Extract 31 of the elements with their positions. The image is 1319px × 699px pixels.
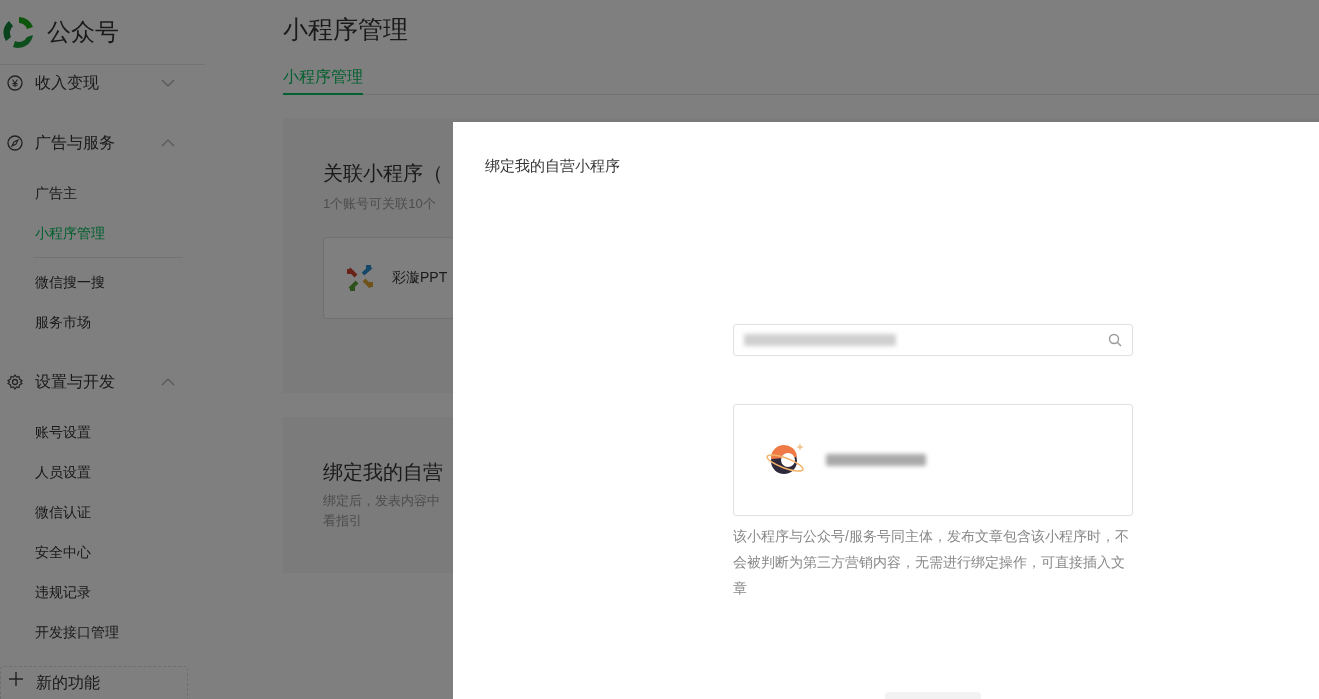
modal-note: 该小程序与公众号/服务号同主体，发布文章包含该小程序时，不会被判断为第三方营销内容，无需进行绑定操作，可直接插入文章 xyxy=(733,527,1130,598)
chevron-down-icon[interactable] xyxy=(161,79,175,87)
brand-name: 公众号 xyxy=(47,17,119,47)
menu-item[interactable]: 服务市场 xyxy=(35,311,91,333)
yen-icon xyxy=(7,75,23,91)
menu-item[interactable]: 安全中心 xyxy=(35,541,91,563)
menu-item[interactable]: 违规记录 xyxy=(35,581,91,603)
app-name: 彩漩PPT xyxy=(392,268,448,287)
menu-group[interactable]: 广告与服务 xyxy=(35,131,115,155)
page-title: 小程序管理 xyxy=(283,14,409,46)
menu-group[interactable]: 设置与开发 xyxy=(35,370,115,394)
app-card[interactable] xyxy=(733,404,1133,516)
search-icon xyxy=(1108,333,1122,347)
menu-item[interactable]: 广告主 xyxy=(35,182,77,204)
menu-item[interactable]: 开发接口管理 xyxy=(35,621,119,643)
menu-group[interactable]: 收入变现 xyxy=(35,71,99,95)
menu-item[interactable]: 人员设置 xyxy=(35,461,91,483)
cross-arrows-icon xyxy=(346,263,374,292)
chevron-up-icon[interactable] xyxy=(161,378,175,386)
card-title: 绑定我的自营 xyxy=(323,460,443,485)
menu-item[interactable]: 账号设置 xyxy=(35,421,91,443)
gear-icon xyxy=(7,374,23,390)
card-title: 关联小程序（ xyxy=(323,161,443,186)
modal-title: 绑定我的自营小程序 xyxy=(485,156,620,176)
search-field[interactable] xyxy=(733,324,1133,356)
menu-item[interactable]: 微信认证 xyxy=(35,501,91,523)
compass-icon xyxy=(7,135,23,151)
new-feature-button[interactable]: 新的功能 xyxy=(0,666,188,699)
chevron-up-icon[interactable] xyxy=(161,139,175,147)
menu-item[interactable]: 微信搜一搜 xyxy=(35,271,105,293)
plus-icon xyxy=(8,671,24,687)
